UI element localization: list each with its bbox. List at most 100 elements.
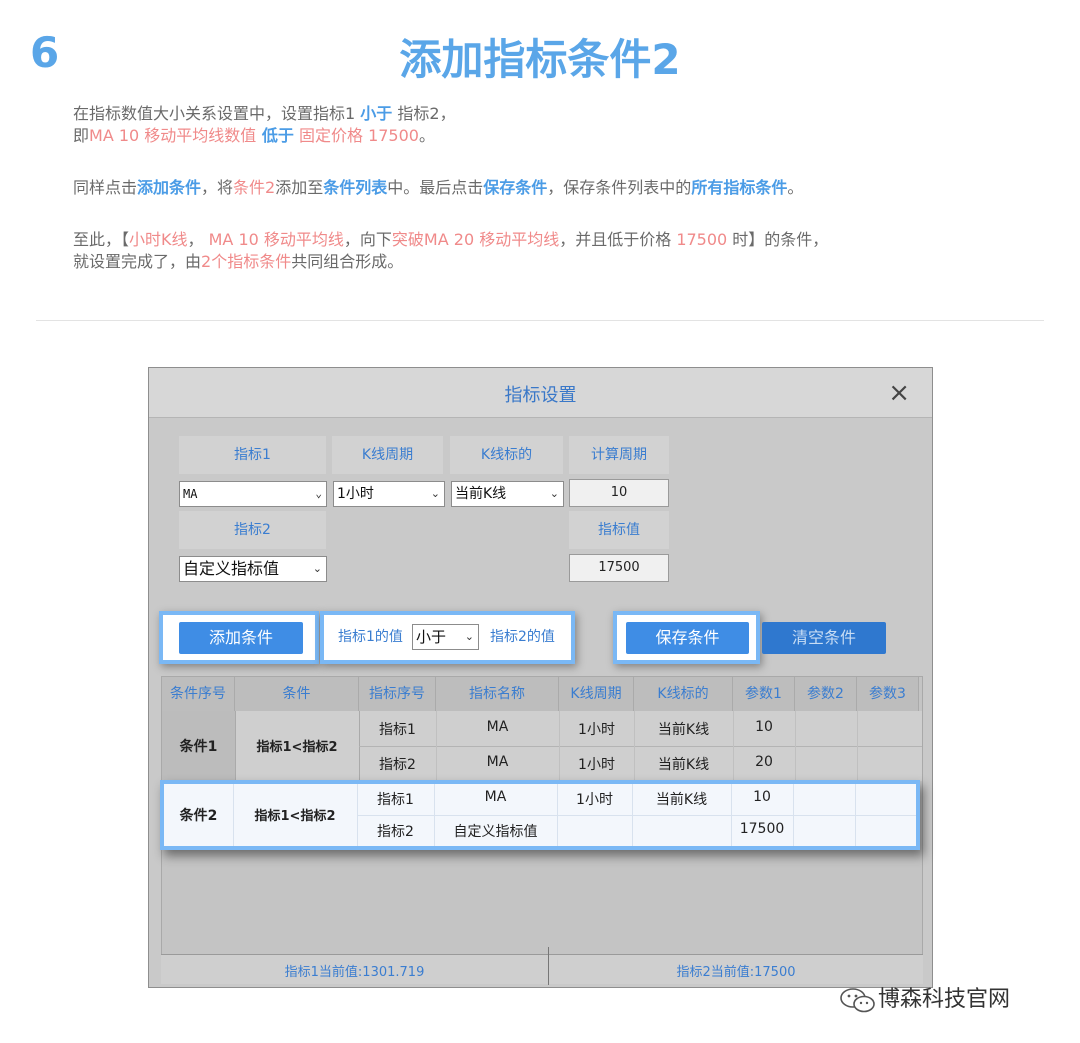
text-span: 共同组合形成。: [291, 252, 404, 271]
calc-period-input[interactable]: 10: [569, 479, 669, 507]
cond2-r1-period: 1小时: [576, 792, 613, 808]
text-span: 指标2，: [392, 104, 456, 123]
clear-condition-button[interactable]: 清空条件: [762, 622, 886, 654]
divider: [436, 711, 437, 781]
kline-target-select[interactable]: 当前K线 ⌄: [451, 481, 564, 507]
cond2-r2-p1: 17500: [739, 821, 785, 837]
divider: [359, 746, 922, 747]
compare-operator-select[interactable]: 小于 ⌄: [412, 624, 479, 650]
watermark: 博森科技官网: [838, 981, 1010, 1014]
cond1-r2-name: MA: [486, 754, 509, 770]
wechat-icon: [840, 988, 875, 1013]
col-header-param3: 参数3: [857, 677, 919, 711]
label-kline-period: K线周期: [332, 436, 443, 474]
cond1-r1-name: MA: [486, 719, 509, 735]
divider: [795, 711, 796, 781]
chevron-down-icon: ⌄: [315, 487, 322, 500]
emphasis-condition-list: 条件列表: [323, 178, 388, 197]
status-bar: 指标1当前值:1301.719 指标2当前值:17500: [161, 947, 923, 985]
cond1-r2-idx: 指标2: [379, 757, 416, 773]
label-indicator2: 指标2: [179, 511, 326, 549]
label-calc-period: 计算周期: [569, 436, 669, 474]
col-header-kline-target: K线标的: [634, 677, 733, 711]
cond2-r2-idx: 指标2: [377, 824, 414, 840]
paragraph-add-save: 同样点击添加条件，将条件2添加至条件列表中。最后点击保存条件，保存条件列表中的所…: [73, 177, 803, 199]
label-indicator1: 指标1: [179, 436, 326, 474]
cond1-r1-target: 当前K线: [657, 722, 710, 738]
cond2-r1-p1: 10: [753, 789, 771, 805]
emphasis-add-condition: 添加条件: [137, 178, 202, 197]
watermark-text: 博森科技官网: [878, 987, 1011, 1012]
divider: [559, 711, 560, 781]
add-condition-button[interactable]: 添加条件: [179, 622, 303, 654]
label-indicator-value: 指标值: [569, 511, 669, 549]
divider: [357, 815, 916, 816]
dialog-title: 指标设置: [504, 385, 577, 406]
indicator2-current-value: 指标2当前值:17500: [676, 965, 796, 980]
indicator2-select[interactable]: 自定义指标值 ⌄: [179, 556, 327, 582]
indicator1-current-value: 指标1当前值:1301.719: [284, 965, 425, 980]
cond1-r1-p1: 10: [755, 719, 773, 735]
kline-period-select[interactable]: 1小时 ⌄: [333, 481, 445, 507]
emphasis-condition2: 条件2: [233, 178, 276, 197]
text-span: ，保存条件列表中的: [547, 178, 692, 197]
emphasis-fixed-price: 固定价格 17500: [293, 126, 419, 145]
text-span: 添加至: [275, 178, 324, 197]
chevron-down-icon: ⌄: [430, 487, 440, 500]
text-span: 中。最后点击: [387, 178, 484, 197]
text-span: ，: [187, 230, 209, 249]
close-icon[interactable]: ×: [888, 378, 910, 408]
cond2-expr: 指标1<指标2: [254, 809, 336, 824]
text-span: ，将: [201, 178, 234, 197]
indicator1-value: MA: [183, 487, 198, 501]
divider: [733, 711, 734, 781]
table-row-highlighted[interactable]: 条件2 指标1<指标2 指标1 MA 1小时 当前K线 10 指标2 自定义指标…: [160, 780, 920, 850]
indicator1-select[interactable]: MA ⌄: [179, 481, 327, 507]
col-header-kline-period: K线周期: [559, 677, 634, 711]
text-span: 同样点击: [73, 178, 138, 197]
cond2-seq: 条件2: [179, 808, 218, 824]
kline-target-value: 当前K线: [455, 486, 507, 502]
text-span: ，向下: [343, 230, 392, 249]
compare-left-label: 指标1的值: [338, 629, 403, 645]
step-title: 添加指标条件2: [399, 35, 681, 84]
emphasis-lower: 低于: [256, 126, 294, 145]
text-span: 在指标数值大小关系设置中，设置指标1: [73, 104, 361, 123]
cond2-r1-name: MA: [484, 789, 507, 805]
emphasis-two-conditions: 2个指标条件: [201, 252, 292, 271]
cond1-seq: 条件1: [179, 739, 218, 755]
text-span: 。: [418, 126, 435, 145]
emphasis-less-than: 小于: [360, 104, 393, 123]
cond2-r2-name: 自定义指标值: [453, 824, 538, 840]
emphasis-price: 17500: [676, 230, 728, 249]
cond2-r1-target: 当前K线: [655, 792, 708, 808]
indicator-value-input[interactable]: 17500: [569, 554, 669, 582]
divider: [857, 711, 858, 781]
compare-operator-value: 小于: [416, 628, 447, 646]
col-header-param1: 参数1: [733, 677, 795, 711]
text-span: 。: [787, 178, 804, 197]
cond1-r2-target: 当前K线: [657, 757, 710, 773]
paragraph-summary: 至此，【小时K线， MA 10 移动平均线，向下突破MA 20 移动平均线，并且…: [73, 229, 828, 273]
emphasis-save-condition: 保存条件: [483, 178, 548, 197]
col-header-indicator-idx: 指标序号: [359, 677, 436, 711]
emphasis-ma10: MA 10 移动平均线数值: [89, 126, 257, 145]
chevron-down-icon: ⌄: [312, 562, 322, 575]
chevron-down-icon: ⌄: [464, 630, 474, 643]
col-header-param2: 参数2: [795, 677, 857, 711]
cond2-r1-idx: 指标1: [377, 792, 414, 808]
save-condition-button[interactable]: 保存条件: [626, 622, 749, 654]
dialog-titlebar: 指标设置 ×: [149, 368, 932, 418]
compare-right-label: 指标2的值: [490, 629, 555, 645]
text-span: ，并且低于价格: [559, 230, 677, 249]
col-header-indicator-name: 指标名称: [436, 677, 559, 711]
col-header-condition: 条件: [235, 677, 359, 711]
table-row[interactable]: 条件1 指标1<指标2 指标1 MA 1小时 当前K线 10 指标2 MA 1小…: [162, 711, 922, 781]
divider: [235, 711, 236, 781]
cond1-r1-idx: 指标1: [379, 722, 416, 738]
emphasis-break-ma20: 突破MA 20 移动平均线: [391, 230, 560, 249]
cond1-expr: 指标1<指标2: [256, 740, 338, 755]
divider: [634, 711, 635, 781]
divider: [36, 320, 1044, 321]
kline-period-value: 1小时: [337, 486, 374, 502]
